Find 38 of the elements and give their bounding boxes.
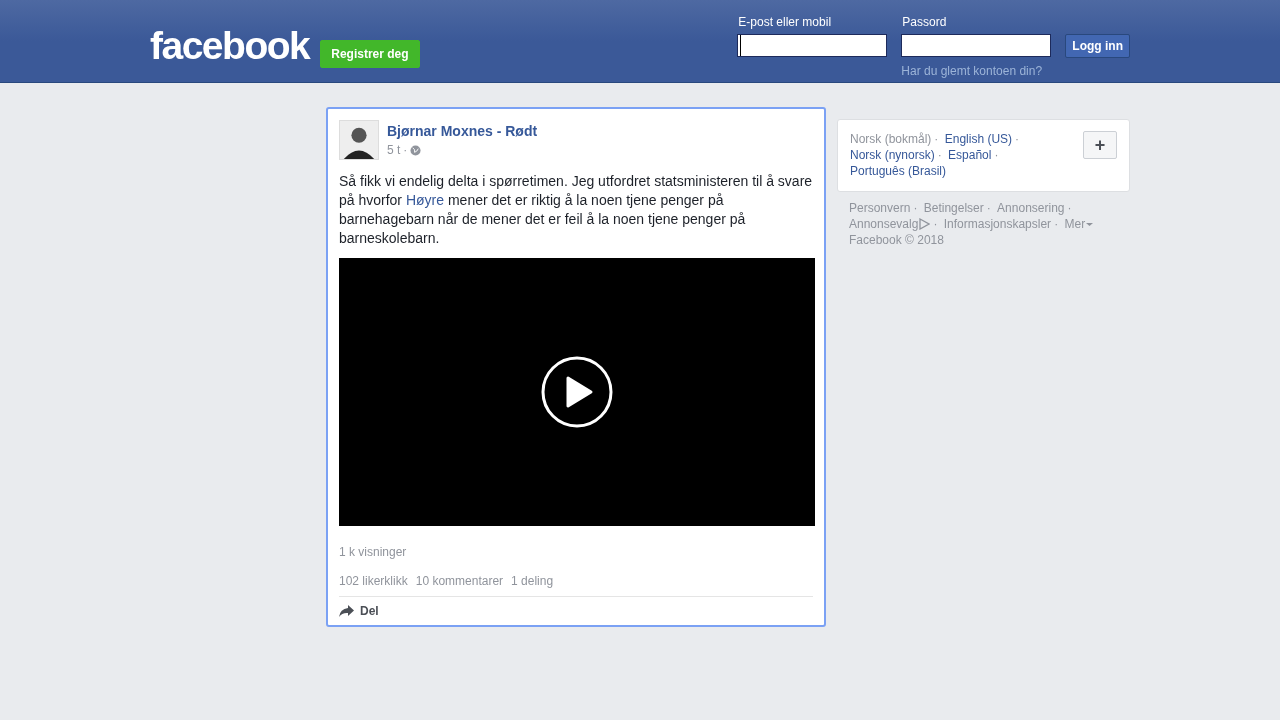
view-count: 1 k visninger	[339, 545, 407, 559]
add-language-button[interactable]: +	[1083, 131, 1117, 159]
email-label: E-post eller mobil	[737, 14, 833, 31]
separator-dot: ·	[934, 132, 939, 146]
separator-dot: ·	[913, 201, 918, 215]
facebook-logo[interactable]: facebook	[150, 26, 310, 66]
login-button[interactable]: Logg inn	[1065, 34, 1130, 58]
language-link[interactable]: English (US)	[944, 132, 1013, 146]
separator-dot: ·	[403, 143, 408, 157]
share-button[interactable]: Del	[339, 597, 379, 625]
footer-link[interactable]: Annonsering	[997, 200, 1065, 216]
forgot-account-link[interactable]: Har du glemt kontoen din?	[901, 64, 1052, 78]
language-link[interactable]: Norsk (bokmål)	[850, 132, 932, 146]
footer-link[interactable]: Betingelser	[923, 200, 984, 216]
post-text: Så fikk vi endelig delta i spørretimen. Jeg utfordret statsministeren til å svare på hvorfor Høyre mener det er riktig å la noen tjene penger på barnehagebarn når de mener det er feil å la noen tjene penger på barneskolebarn.	[339, 172, 813, 248]
post-time[interactable]: 5 t	[387, 143, 401, 157]
stat-link[interactable]: 1 deling	[511, 574, 554, 588]
password-label: Passord	[901, 14, 948, 31]
language-link[interactable]: Português (Brasil)	[850, 164, 947, 178]
separator-dot: ·	[933, 217, 938, 231]
separator-dot: ·	[937, 148, 942, 162]
author-link[interactable]: Bjørnar Moxnes - Rødt	[387, 123, 538, 139]
footer-link[interactable]: Personvern	[849, 200, 911, 216]
stat-link[interactable]: 10 kommentarer	[415, 574, 504, 588]
separator-dot: ·	[994, 148, 999, 162]
footer-link[interactable]: Mer	[1064, 216, 1094, 232]
stat-link[interactable]: 102 likerklikk	[339, 574, 408, 588]
register-button[interactable]: Registrer deg	[320, 40, 420, 68]
copyright-text: Facebook © 2018	[849, 232, 945, 248]
separator-dot: ·	[1015, 132, 1020, 146]
separator-dot: ·	[1054, 217, 1059, 231]
footer-link[interactable]: Informasjonskapsler	[943, 216, 1052, 232]
separator-dot: ·	[986, 201, 991, 215]
language-link[interactable]: Norsk (nynorsk)	[850, 148, 935, 162]
language-link[interactable]: Español	[948, 148, 992, 162]
footer-link[interactable]: Annonsevalg	[849, 216, 931, 232]
page-link[interactable]: Høyre	[405, 192, 445, 208]
separator-dot: ·	[1067, 201, 1072, 215]
